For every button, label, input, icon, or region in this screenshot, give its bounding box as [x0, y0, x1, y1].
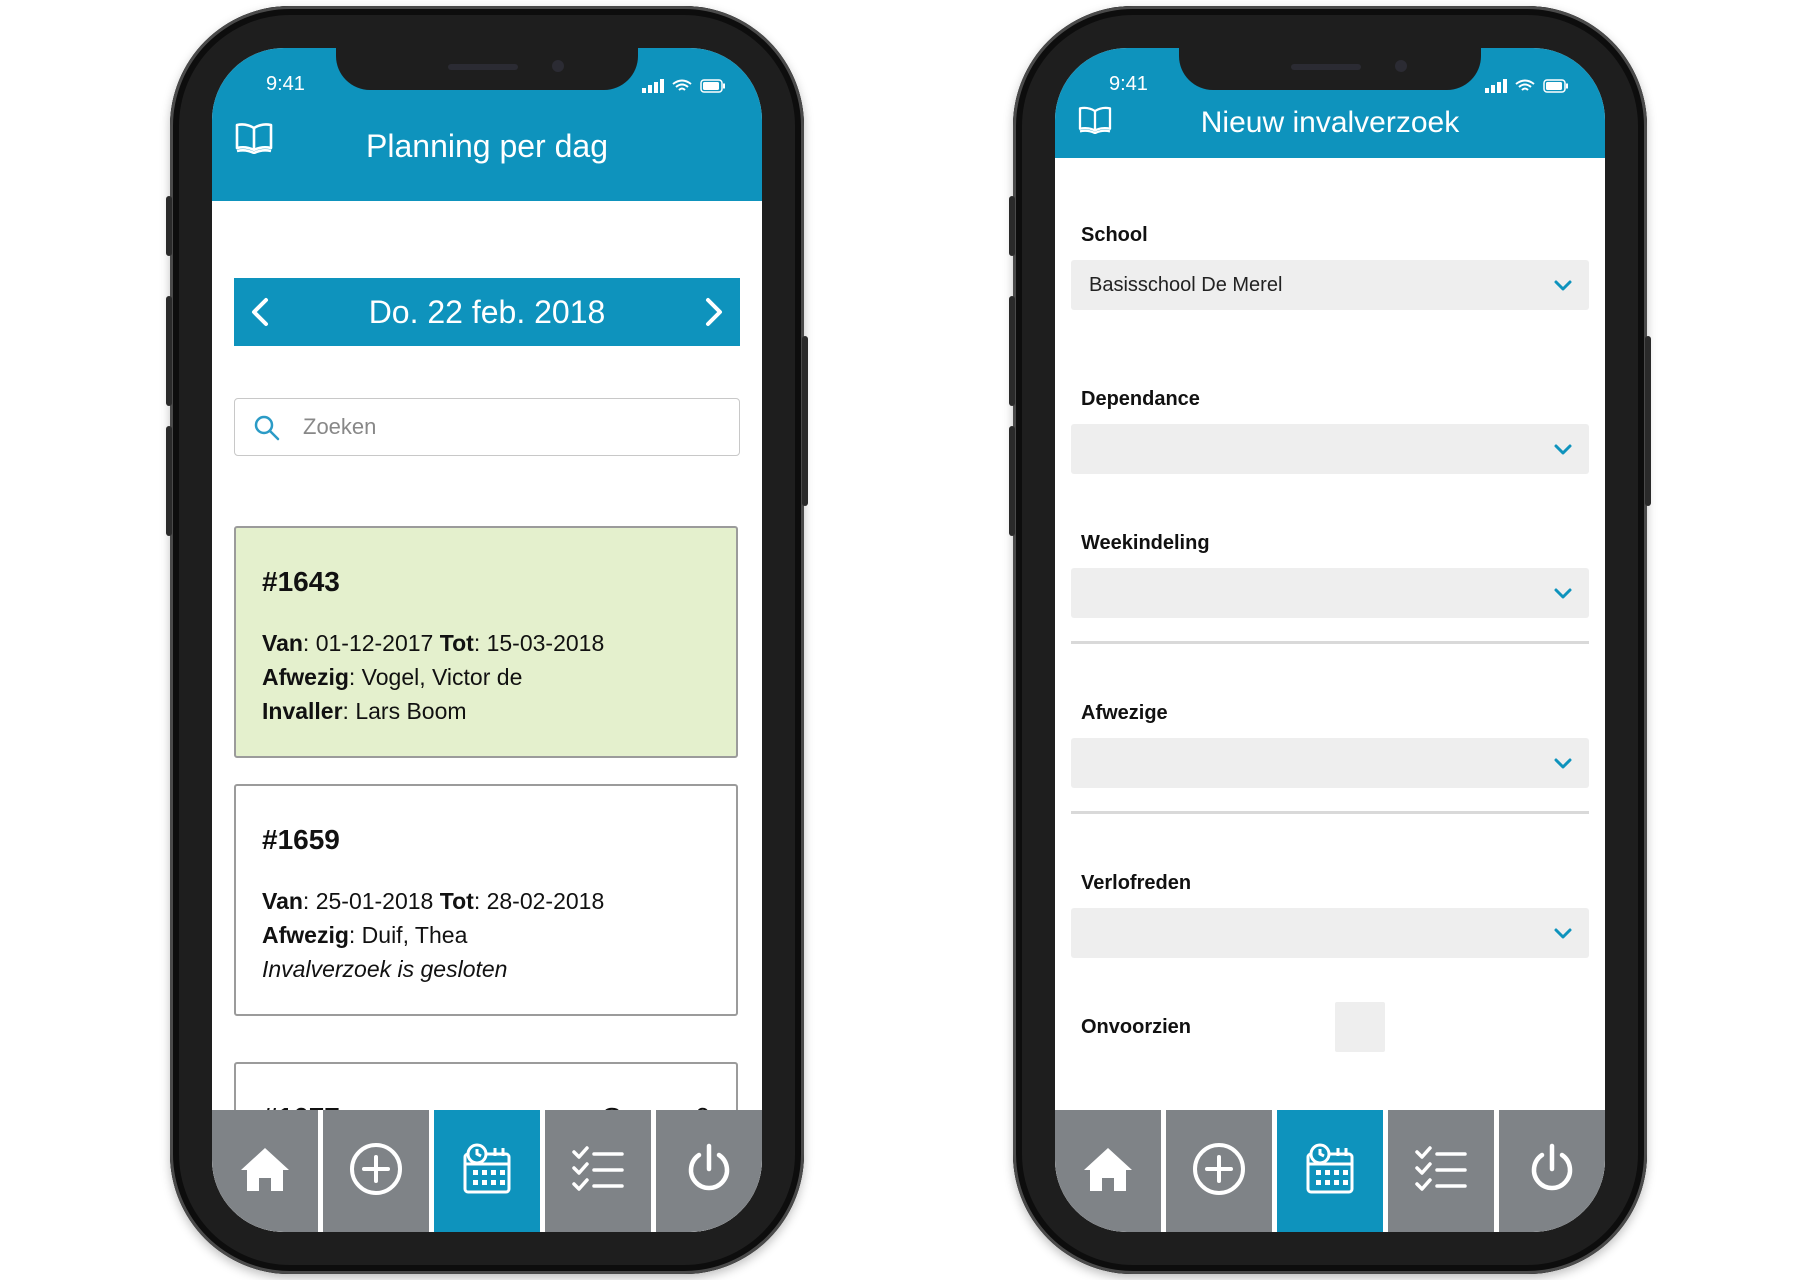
power-icon: [1524, 1141, 1580, 1202]
afwezig-label: Afwezig: [262, 664, 349, 690]
battery-icon: [700, 76, 726, 99]
van-label: Van: [262, 630, 303, 656]
tab-bar: [212, 1110, 762, 1232]
tab-tasks[interactable]: [545, 1110, 651, 1232]
tab-home[interactable]: [212, 1110, 318, 1232]
tab-logout[interactable]: [1499, 1110, 1605, 1232]
request-details: Van: 25-01-2018 Tot: 28-02-2018 Afwezig:…: [262, 884, 604, 986]
request-number: #1643: [262, 566, 340, 597]
school-label: School: [1081, 224, 1148, 246]
calendar-icon: [459, 1142, 515, 1201]
divider: [1071, 641, 1589, 644]
tab-logout[interactable]: [656, 1110, 762, 1232]
tab-tasks[interactable]: [1388, 1110, 1494, 1232]
power-side-button: [1645, 336, 1651, 506]
chevron-down-icon: [1553, 754, 1573, 777]
add-icon: [1191, 1141, 1247, 1202]
divider: [1071, 811, 1589, 814]
van-value: : 25-01-2018: [302, 888, 440, 914]
afwezig-value: : Vogel, Victor de: [348, 664, 523, 690]
request-card[interactable]: #1659 Van: 25-01-2018 Tot: 28-02-2018 Af…: [234, 784, 738, 1016]
request-details: Van: 01-12-2017 Tot: 15-03-2018 Afwezig:…: [262, 626, 604, 728]
home-icon: [1082, 1145, 1134, 1198]
notch: [336, 48, 638, 90]
volume-up-button: [166, 296, 172, 406]
signal-icon: [1485, 76, 1507, 99]
tot-label: Tot: [439, 630, 474, 656]
power-icon: [681, 1141, 737, 1202]
verlofreden-label: Verlofreden: [1081, 872, 1192, 894]
van-label: Van: [262, 888, 303, 914]
power-side-button: [802, 336, 808, 506]
van-value: : 01-12-2017: [302, 630, 440, 656]
afwezige-select[interactable]: [1071, 738, 1589, 788]
tab-planning[interactable]: [1277, 1110, 1383, 1232]
phone-right: Nieuw invalverzoek 9:41 School Basisscho…: [1009, 6, 1651, 1274]
battery-icon: [1543, 76, 1569, 99]
invaller-value: : Lars Boom: [342, 698, 467, 724]
school-select[interactable]: Basisschool De Merel: [1071, 260, 1589, 310]
afwezige-label: Afwezige: [1081, 702, 1168, 724]
signal-icon: [642, 76, 664, 99]
request-number: #1659: [262, 824, 340, 855]
request-card[interactable]: #1643 Van: 01-12-2017 Tot: 15-03-2018 Af…: [234, 526, 738, 758]
next-day-button[interactable]: [694, 294, 730, 330]
wifi-icon: [672, 76, 692, 99]
search-box: [234, 398, 740, 456]
chevron-down-icon: [1553, 440, 1573, 463]
search-input[interactable]: [301, 409, 725, 445]
checklist-icon: [1413, 1144, 1469, 1199]
tab-bar: [1055, 1110, 1605, 1232]
volume-up-button: [1009, 296, 1015, 406]
search-icon: [253, 414, 281, 447]
weekindeling-select[interactable]: [1071, 568, 1589, 618]
chevron-down-icon: [1553, 584, 1573, 607]
tot-value: : 15-03-2018: [473, 630, 605, 656]
status-note: Invalverzoek is gesloten: [262, 956, 508, 982]
mute-switch: [166, 196, 172, 256]
verlofreden-select[interactable]: [1071, 908, 1589, 958]
volume-down-button: [166, 426, 172, 536]
onvoorzien-label: Onvoorzien: [1081, 1016, 1192, 1038]
calendar-icon: [1302, 1142, 1358, 1201]
afwezig-label: Afwezig: [262, 922, 349, 948]
mute-switch: [1009, 196, 1015, 256]
school-value: Basisschool De Merel: [1089, 274, 1283, 296]
page-title: Nieuw invalverzoek: [1200, 106, 1460, 139]
screen: Nieuw invalverzoek 9:41 School Basisscho…: [1055, 48, 1605, 1232]
add-icon: [348, 1141, 404, 1202]
date-navigator: Do. 22 feb. 2018: [234, 278, 740, 346]
tot-label: Tot: [439, 888, 474, 914]
screen: Planning per dag 9:41 Do. 22 feb. 2018 Z…: [212, 48, 762, 1232]
afwezig-value: : Duif, Thea: [348, 922, 468, 948]
dependance-label: Dependance: [1081, 388, 1200, 410]
home-icon: [239, 1145, 291, 1198]
chevron-down-icon: [1553, 276, 1573, 299]
current-date: Do. 22 feb. 2018: [368, 294, 606, 330]
chevron-down-icon: [1553, 924, 1573, 947]
tab-home[interactable]: [1055, 1110, 1161, 1232]
checklist-icon: [570, 1144, 626, 1199]
page-title: Planning per dag: [366, 128, 608, 164]
wifi-icon: [1515, 76, 1535, 99]
phone-left: Planning per dag 9:41 Do. 22 feb. 2018 Z…: [166, 6, 808, 1274]
notch: [1179, 48, 1481, 90]
dependance-select[interactable]: [1071, 424, 1589, 474]
onvoorzien-checkbox[interactable]: [1335, 1002, 1385, 1052]
tab-planning[interactable]: [434, 1110, 540, 1232]
weekindeling-label: Weekindeling: [1081, 532, 1210, 554]
tab-add[interactable]: [1166, 1110, 1272, 1232]
tab-add[interactable]: [323, 1110, 429, 1232]
invaller-label: Invaller: [262, 698, 343, 724]
status-time: 9:41: [266, 73, 305, 95]
tot-value: : 28-02-2018: [473, 888, 605, 914]
status-time: 9:41: [1109, 73, 1148, 95]
volume-down-button: [1009, 426, 1015, 536]
